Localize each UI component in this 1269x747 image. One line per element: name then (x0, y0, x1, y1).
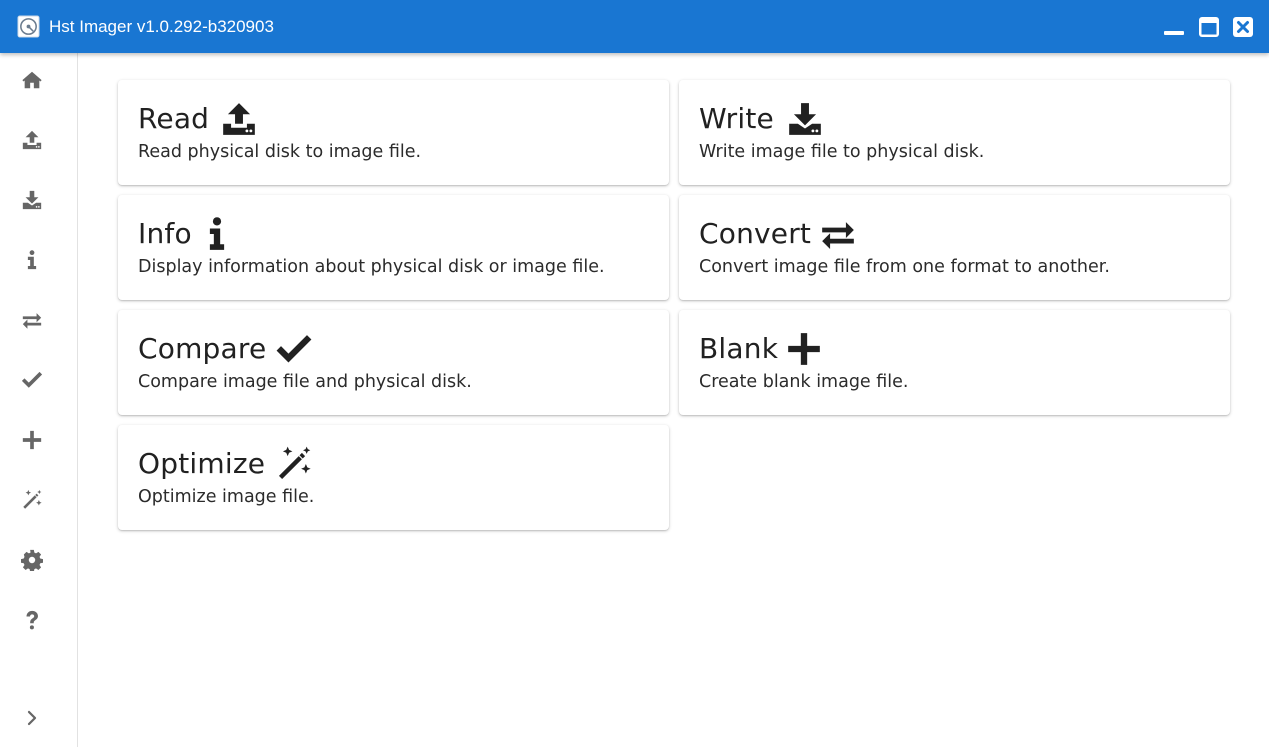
disk-icon (17, 15, 40, 38)
info-icon (21, 249, 43, 271)
info-card[interactable]: Info Display information about physical … (118, 195, 669, 300)
card-description: Optimize image file. (138, 487, 315, 507)
card-description: Display information about physical disk … (138, 257, 605, 277)
upload-icon (21, 129, 43, 151)
window-title: Hst Imager v1.0.292-b320903 (49, 17, 274, 36)
card-title: Convert (699, 217, 812, 250)
optimize-card[interactable]: Optimize Optimize image file. (118, 425, 669, 530)
card-title: Info (138, 217, 192, 250)
write-card[interactable]: Write Write image file to physical disk. (679, 80, 1230, 185)
compare-card[interactable]: Compare Compare image file and physical … (118, 310, 669, 415)
sidebar (0, 53, 78, 747)
card-title: Blank (699, 332, 779, 365)
sidebar-item-compare[interactable] (16, 364, 48, 396)
card-description: Read physical disk to image file. (138, 142, 422, 162)
sidebar-item-read[interactable] (16, 124, 48, 156)
magic-wand-icon (21, 489, 43, 511)
card-title: Optimize (138, 447, 266, 480)
download-icon (786, 100, 824, 138)
sidebar-item-optimize[interactable] (16, 484, 48, 516)
home-icon (21, 69, 43, 91)
chevron-right-icon (23, 709, 41, 727)
upload-icon (220, 100, 258, 138)
card-title: Write (699, 102, 774, 135)
plus-icon (785, 330, 823, 368)
swap-arrows-icon (819, 215, 857, 253)
sidebar-item-blank[interactable] (16, 424, 48, 456)
card-title: Compare (138, 332, 267, 365)
question-icon (21, 609, 43, 631)
info-icon (198, 215, 236, 253)
sidebar-item-convert[interactable] (16, 304, 48, 336)
magic-wand-icon (275, 445, 313, 483)
blank-card[interactable]: Blank Create blank image file. (679, 310, 1230, 415)
check-icon (275, 330, 313, 368)
card-description: Write image file to physical disk. (699, 142, 985, 162)
card-description: Create blank image file. (699, 372, 909, 392)
plus-icon (21, 429, 43, 451)
sidebar-expand-button[interactable] (16, 702, 48, 734)
minimize-icon[interactable] (1163, 16, 1185, 38)
close-icon[interactable] (1232, 16, 1254, 38)
maximize-icon[interactable] (1198, 16, 1220, 38)
title-bar: Hst Imager v1.0.292-b320903 (0, 0, 1269, 53)
swap-arrows-icon (21, 309, 43, 331)
sidebar-item-home[interactable] (16, 64, 48, 96)
gear-icon (21, 549, 43, 571)
convert-card[interactable]: Convert Convert image file from one form… (679, 195, 1230, 300)
card-title: Read (138, 102, 210, 135)
sidebar-item-settings[interactable] (16, 544, 48, 576)
download-icon (21, 189, 43, 211)
sidebar-item-info[interactable] (16, 244, 48, 276)
sidebar-item-help[interactable] (16, 604, 48, 636)
card-description: Compare image file and physical disk. (138, 372, 472, 392)
read-card[interactable]: Read Read physical disk to image file. (118, 80, 669, 185)
check-icon (21, 369, 43, 391)
card-description: Convert image file from one format to an… (699, 257, 1110, 277)
sidebar-item-write[interactable] (16, 184, 48, 216)
